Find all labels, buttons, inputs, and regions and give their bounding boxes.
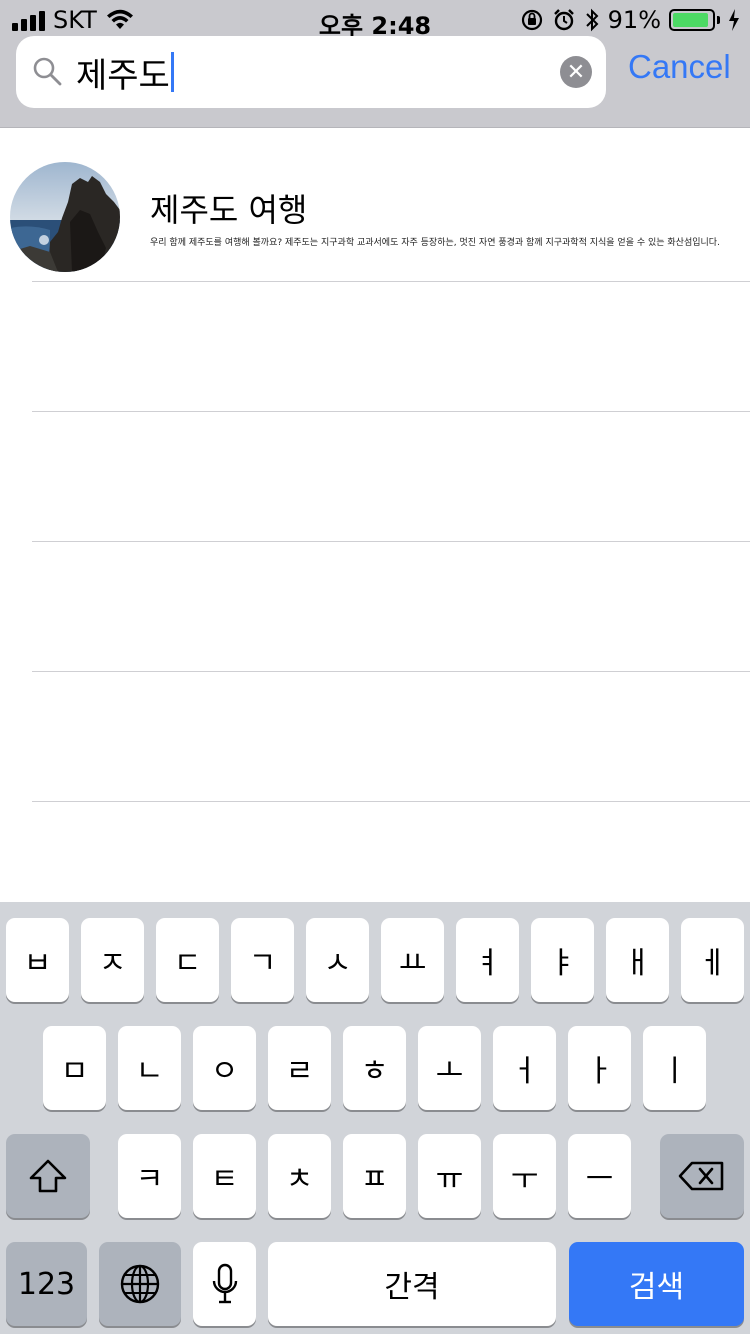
row-divider <box>32 541 750 542</box>
key-h[interactable]: ㅎ <box>343 1026 406 1110</box>
battery-percent: 91% <box>607 6 661 34</box>
key-yo[interactable]: ㅛ <box>381 918 444 1002</box>
row-divider <box>32 671 750 672</box>
bluetooth-icon <box>585 8 599 32</box>
search-header: SKT 오후 2:48 91% 제주도 ✕ Cancel <box>0 0 750 128</box>
key-r[interactable]: ㄹ <box>268 1026 331 1110</box>
globe-key[interactable] <box>99 1242 181 1326</box>
shift-key[interactable] <box>6 1134 90 1218</box>
charging-icon <box>729 9 739 31</box>
key-s[interactable]: ㅅ <box>306 918 369 1002</box>
key-ng[interactable]: ㅇ <box>193 1026 256 1110</box>
row-divider <box>32 281 750 282</box>
search-icon <box>33 57 62 86</box>
key-a[interactable]: ㅏ <box>568 1026 631 1110</box>
key-j[interactable]: ㅈ <box>81 918 144 1002</box>
key-ya[interactable]: ㅑ <box>531 918 594 1002</box>
row-divider <box>32 411 750 412</box>
status-bar: SKT 오후 2:48 91% <box>0 0 750 40</box>
result-item[interactable]: 제주도 여행 우리 함께 제주도를 여행해 볼까요? 제주도는 지구과학 교과서… <box>0 129 750 282</box>
battery-icon <box>669 9 720 31</box>
result-description: 우리 함께 제주도를 여행해 볼까요? 제주도는 지구과학 교과서에도 자주 등… <box>150 238 720 248</box>
key-i[interactable]: ㅣ <box>643 1026 706 1110</box>
text-caret <box>170 52 174 92</box>
result-thumbnail <box>10 162 120 272</box>
key-ch[interactable]: ㅊ <box>268 1134 331 1218</box>
key-p[interactable]: ㅍ <box>343 1134 406 1218</box>
alarm-icon <box>553 9 574 31</box>
key-yu[interactable]: ㅠ <box>418 1134 481 1218</box>
clear-search-button[interactable]: ✕ <box>560 56 592 88</box>
key-ae[interactable]: ㅐ <box>606 918 669 1002</box>
key-t[interactable]: ㅌ <box>193 1134 256 1218</box>
keyboard: ㅂ ㅈ ㄷ ㄱ ㅅ ㅛ ㅕ ㅑ ㅐ ㅔ ㅁ ㄴ ㅇ ㄹ ㅎ ㅗ ㅓ ㅏ ㅣ ㅋ … <box>0 902 750 1334</box>
key-yeo[interactable]: ㅕ <box>456 918 519 1002</box>
search-field[interactable]: 제주도 ✕ <box>16 36 606 108</box>
close-icon: ✕ <box>566 59 586 85</box>
microphone-icon <box>212 1263 237 1304</box>
key-o[interactable]: ㅗ <box>418 1026 481 1110</box>
dictation-key[interactable] <box>193 1242 256 1326</box>
key-u[interactable]: ㅜ <box>493 1134 556 1218</box>
key-k[interactable]: ㅋ <box>118 1134 181 1218</box>
rotation-lock-icon <box>521 9 542 31</box>
key-e[interactable]: ㅔ <box>681 918 744 1002</box>
shift-icon <box>29 1159 67 1193</box>
key-n[interactable]: ㄴ <box>118 1026 181 1110</box>
key-m[interactable]: ㅁ <box>43 1026 106 1110</box>
key-g[interactable]: ㄱ <box>231 918 294 1002</box>
numbers-key[interactable]: 123 <box>6 1242 87 1326</box>
key-d[interactable]: ㄷ <box>156 918 219 1002</box>
space-key[interactable]: 간격 <box>268 1242 556 1326</box>
key-eo[interactable]: ㅓ <box>493 1026 556 1110</box>
globe-icon <box>120 1264 160 1304</box>
backspace-icon <box>678 1161 724 1191</box>
row-divider <box>32 801 750 802</box>
search-key[interactable]: 검색 <box>569 1242 744 1326</box>
result-title: 제주도 여행 <box>150 191 308 229</box>
search-input[interactable]: 제주도 <box>76 48 170 97</box>
key-b[interactable]: ㅂ <box>6 918 69 1002</box>
cancel-button[interactable]: Cancel <box>628 48 731 86</box>
key-eu[interactable]: ㅡ <box>568 1134 631 1218</box>
delete-key[interactable] <box>660 1134 744 1218</box>
